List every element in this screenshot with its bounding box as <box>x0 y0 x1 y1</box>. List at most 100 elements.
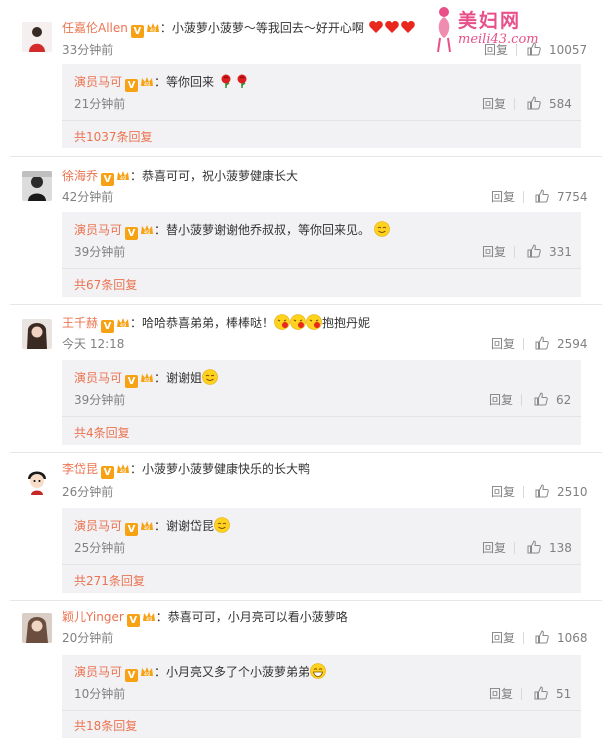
watermark-title: 美妇网 <box>458 10 522 32</box>
more-replies-link[interactable]: 共1037条回复 <box>74 129 153 145</box>
reply-time: 39分钟前 <box>74 245 126 259</box>
svg-text:49: 49 <box>150 28 156 34</box>
reply-button[interactable]: 回复 <box>482 96 506 112</box>
more-replies-link[interactable]: 共4条回复 <box>74 425 130 441</box>
reply-text: ：替小菠萝谢谢他乔叔叔，等你回来见。 <box>154 223 371 237</box>
avatar[interactable] <box>22 613 52 643</box>
like-button[interactable]: 62 <box>534 392 571 408</box>
like-count: 2510 <box>557 485 588 499</box>
like-button[interactable]: 2510 <box>535 484 588 500</box>
comment-text: ：恭喜可可，祝小菠萝健康长大 <box>130 169 299 183</box>
svg-text:49: 49 <box>120 176 126 182</box>
like-count: 2594 <box>557 337 588 351</box>
like-button[interactable]: 138 <box>527 540 572 556</box>
avatar[interactable] <box>22 171 52 201</box>
thumbs-up-icon <box>534 392 548 406</box>
woman-figure-icon <box>437 7 451 53</box>
reply-box: 演员马可 V 49 ：等你回来 21分钟前 回复 584 共1037条回复 <box>62 64 581 148</box>
comment-author[interactable]: 徐海乔 <box>62 169 98 183</box>
reply-button[interactable]: 回复 <box>491 336 515 352</box>
reply-button[interactable]: 回复 <box>484 42 508 58</box>
reply-author[interactable]: 演员马可 <box>74 665 122 679</box>
verified-badge-icon: V <box>126 614 140 627</box>
comment-author[interactable]: 任嘉伦Allen <box>62 21 128 35</box>
avatar[interactable] <box>22 22 52 52</box>
reply-button[interactable]: 回复 <box>491 630 515 646</box>
avatar[interactable] <box>22 465 52 495</box>
rose-icon <box>234 73 250 89</box>
svg-text:49: 49 <box>144 672 150 678</box>
like-count: 331 <box>549 245 572 259</box>
verified-badge-icon: V <box>125 669 139 682</box>
comment-text-tail: 抱抱丹妮 <box>322 316 371 330</box>
thumbs-up-icon <box>535 336 549 350</box>
comment-time: 26分钟前 <box>62 485 114 499</box>
reply-button[interactable]: 回复 <box>489 686 513 702</box>
comment-text: ：小菠萝小菠萝～等我回去～好开心啊 <box>159 21 364 35</box>
divider <box>62 710 581 711</box>
like-button[interactable]: 10057 <box>527 42 587 58</box>
reply-text: ：等你回来 <box>154 75 215 89</box>
comment-author[interactable]: 颖儿Yinger <box>62 610 124 624</box>
like-count: 1068 <box>557 631 588 645</box>
more-replies-link[interactable]: 共67条回复 <box>74 277 137 293</box>
reply-button[interactable]: 回复 <box>491 484 515 500</box>
verified-badge-icon: V <box>125 523 139 536</box>
divider <box>10 304 602 305</box>
like-button[interactable]: 2594 <box>535 336 588 352</box>
like-count: 51 <box>556 687 572 701</box>
like-button[interactable]: 584 <box>527 96 572 112</box>
reply-box: 演员马可 V 49 ：小月亮又多了个小菠萝弟弟 10分钟前 回复 51 共18条回复 <box>62 655 581 738</box>
comment-author[interactable]: 王千赫 <box>62 316 98 330</box>
more-replies-link[interactable]: 共271条回复 <box>74 573 145 589</box>
like-button[interactable]: 331 <box>527 244 572 260</box>
divider <box>10 600 602 601</box>
svg-text:49: 49 <box>120 469 126 475</box>
vip-crown-icon: 49 <box>140 665 154 678</box>
like-count: 62 <box>556 393 572 407</box>
svg-text:49: 49 <box>146 617 152 623</box>
vip-crown-icon: 49 <box>140 75 154 88</box>
smile-icon <box>214 517 230 533</box>
like-count: 584 <box>549 97 572 111</box>
vip-crown-icon: 49 <box>140 223 154 236</box>
like-button[interactable]: 1068 <box>535 630 588 646</box>
comment-author[interactable]: 李岱昆 <box>62 462 98 476</box>
verified-badge-icon: V <box>101 466 115 479</box>
reply-box: 演员马可 V 49 ：谢谢岱昆 25分钟前 回复 138 共271条回复 <box>62 508 581 593</box>
thumbs-up-icon <box>527 244 541 258</box>
verified-badge-icon: V <box>130 25 144 38</box>
verified-badge-icon: V <box>125 227 139 240</box>
divider <box>514 542 515 554</box>
reply-button[interactable]: 回复 <box>491 189 515 205</box>
kiss-icon <box>274 314 290 330</box>
like-button[interactable]: 7754 <box>535 189 588 205</box>
heart-icon <box>384 19 400 35</box>
divider <box>523 191 524 203</box>
vip-crown-icon: 49 <box>146 21 160 34</box>
reply-button[interactable]: 回复 <box>482 540 506 556</box>
avatar[interactable] <box>22 319 52 349</box>
thumbs-up-icon <box>535 484 549 498</box>
grin-icon <box>310 663 326 679</box>
comment-time: 33分钟前 <box>62 43 114 57</box>
reply-author[interactable]: 演员马可 <box>74 519 122 533</box>
thumbs-up-icon <box>534 686 548 700</box>
reply-box: 演员马可 V 49 ：替小菠萝谢谢他乔叔叔，等你回来见。 39分钟前 回复 331 共… <box>62 212 581 297</box>
more-replies-link[interactable]: 共18条回复 <box>74 718 137 734</box>
reply-author[interactable]: 演员马可 <box>74 371 122 385</box>
vip-crown-icon: 49 <box>140 371 154 384</box>
reply-author[interactable]: 演员马可 <box>74 75 122 89</box>
verified-badge-icon: V <box>125 79 139 92</box>
like-button[interactable]: 51 <box>534 686 571 702</box>
comment-time: 今天 12:18 <box>62 337 125 351</box>
reply-button[interactable]: 回复 <box>482 244 506 260</box>
reply-time: 21分钟前 <box>74 97 126 111</box>
comment-text: ：小菠萝小菠萝健康快乐的长大鸭 <box>130 462 311 476</box>
comment-text: ：哈哈恭喜弟弟，棒棒哒！ <box>130 316 275 330</box>
reply-button[interactable]: 回复 <box>489 392 513 408</box>
divider <box>523 486 524 498</box>
reply-author[interactable]: 演员马可 <box>74 223 122 237</box>
reply-text: ：谢谢姐 <box>154 371 203 385</box>
divider <box>62 120 581 121</box>
